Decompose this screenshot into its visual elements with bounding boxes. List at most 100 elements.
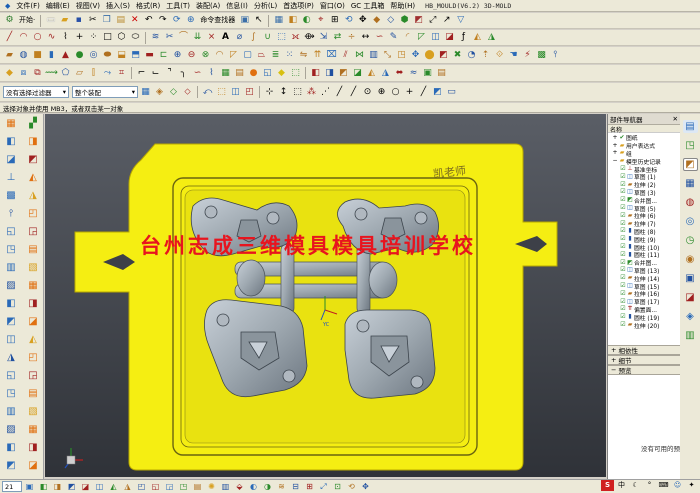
process-studio-icon[interactable]: ▣ <box>683 272 698 285</box>
electrode-design-icon[interactable]: ▥ <box>2 261 20 275</box>
checkbox-icon[interactable]: ☑ <box>620 251 626 258</box>
lifter-icon[interactable]: ◭ <box>365 67 378 80</box>
resize-blend-icon[interactable]: ◔ <box>465 49 478 62</box>
view-front-icon[interactable]: ◧ <box>37 481 50 493</box>
web-browser-icon[interactable]: ◎ <box>683 215 698 228</box>
checkbox-icon[interactable]: ☑ <box>620 322 626 328</box>
mold-csys-icon[interactable]: ⊥ <box>2 171 20 185</box>
tools-icon[interactable]: ✦ <box>685 480 698 491</box>
system-scenes-icon[interactable]: ▥ <box>683 329 698 342</box>
view-iso-icon[interactable]: ◩ <box>65 481 78 493</box>
history-icon[interactable]: ◷ <box>683 234 698 247</box>
menu-format[interactable]: 格式(R) <box>133 1 163 11</box>
swept-icon[interactable]: ⟿ <box>45 67 58 80</box>
checkbox-icon[interactable]: ☑ <box>620 189 626 195</box>
dependencies-section[interactable]: + 相依性 <box>608 345 680 355</box>
fillet-curve-icon[interactable]: ◜ <box>401 31 414 44</box>
slider-icon[interactable]: ◪ <box>351 67 364 80</box>
replace-face-icon[interactable]: ◩ <box>437 49 450 62</box>
checkbox-icon[interactable]: ☑ <box>620 166 626 172</box>
checkbox-icon[interactable]: ☑ <box>620 228 626 234</box>
synchronous-icon[interactable]: ⟐ <box>493 49 506 62</box>
checkbox-icon[interactable]: ☑ <box>620 197 626 203</box>
ejector-icon[interactable]: ⫯ <box>2 207 20 221</box>
mold-tool-icon[interactable]: ◮ <box>485 31 498 44</box>
expand-icon[interactable]: + <box>612 150 618 156</box>
ellipse-icon[interactable]: ⬭ <box>129 31 142 44</box>
checkbox-icon[interactable]: ☑ <box>620 267 626 273</box>
control-point-icon[interactable]: ╱ <box>347 86 360 99</box>
runner-icon[interactable]: ⬌ <box>393 67 406 80</box>
checkbox-icon[interactable]: ☑ <box>620 236 626 242</box>
mirror-curve-icon[interactable]: ⇄ <box>331 31 344 44</box>
through-curves-icon[interactable]: ⧈ <box>17 67 30 80</box>
copy-icon[interactable]: ❐ <box>100 14 113 27</box>
ruled-icon[interactable]: ⧉ <box>31 67 44 80</box>
manufacturing-wizard-icon[interactable]: ◪ <box>683 291 698 304</box>
sketch-spline-icon[interactable]: ∽ <box>191 67 204 80</box>
checkbox-icon[interactable]: ☑ <box>620 290 626 297</box>
trim-sheet-icon[interactable]: ⌗ <box>115 67 128 80</box>
shaded-icon[interactable]: ◆ <box>370 14 383 27</box>
zoom-fit-icon[interactable]: ⤢ <box>317 481 330 493</box>
trim-mold-icon[interactable]: ▧ <box>24 261 42 275</box>
n-sided-icon[interactable]: ⬠ <box>59 67 72 80</box>
show-hide-icon[interactable]: ◐ <box>300 14 313 27</box>
parting-icon[interactable]: ◩ <box>337 67 350 80</box>
boss-icon[interactable]: ⬬ <box>101 49 114 62</box>
cooling-icon[interactable]: ≈ <box>407 67 420 80</box>
user-icon[interactable]: ☺ <box>671 480 684 491</box>
datum-axis-icon[interactable]: ▞ <box>24 117 42 131</box>
checkbox-icon[interactable]: ☑ <box>620 212 626 219</box>
trim-curve-icon[interactable]: ✂ <box>163 31 176 44</box>
keyboard-icon[interactable]: ⌨ <box>657 480 670 491</box>
view-back-icon[interactable]: ◫ <box>93 481 106 493</box>
pan-icon[interactable]: ✥ <box>356 14 369 27</box>
law-curve-icon[interactable]: ∫ <box>247 31 260 44</box>
view-top-icon[interactable]: ▣ <box>23 481 36 493</box>
assembly-scope-dropdown[interactable]: 整个装配 ▾ <box>72 86 138 98</box>
edit-curve-icon[interactable]: ✎ <box>387 31 400 44</box>
shell-icon[interactable]: ▢ <box>241 49 254 62</box>
mold-tools-icon[interactable]: ◫ <box>2 333 20 347</box>
check-region-icon[interactable]: ◮ <box>2 351 20 365</box>
cursor-icon[interactable]: ↖ <box>252 14 265 27</box>
clip-icon[interactable]: ◩ <box>412 14 425 27</box>
hole-icon[interactable]: ◎ <box>87 49 100 62</box>
revolve-icon[interactable]: ◍ <box>17 49 30 62</box>
end-point-line-icon[interactable]: ╱ <box>333 86 346 99</box>
pocket-mold-icon[interactable]: ▤ <box>435 67 448 80</box>
view-bottom-icon[interactable]: ◮ <box>121 481 134 493</box>
checkbox-icon[interactable]: ☑ <box>620 220 626 227</box>
select-edges-icon[interactable]: ⬦ <box>181 86 194 99</box>
punctuation-icon[interactable]: ° <box>643 480 656 491</box>
core-icon[interactable]: ◨ <box>323 67 336 80</box>
parting-tools-icon[interactable]: ◭ <box>24 333 42 347</box>
extract-body-icon[interactable]: ◳ <box>395 49 408 62</box>
move-object-icon[interactable]: ✥ <box>409 49 422 62</box>
menu-preferences[interactable]: 首选项(P) <box>280 1 317 11</box>
checkbox-icon[interactable]: ☑ <box>620 314 626 320</box>
reuse-library-icon[interactable]: ▦ <box>683 177 698 190</box>
unfold-icon[interactable]: ⬚ <box>289 67 302 80</box>
orange-ball-icon[interactable]: ● <box>247 67 260 80</box>
hand-tool-icon[interactable]: ☚ <box>507 49 520 62</box>
feature-icon[interactable]: ◪ <box>443 31 456 44</box>
studio-spline-icon[interactable]: ⌇ <box>205 67 218 80</box>
thicken-icon[interactable]: ▥ <box>367 49 380 62</box>
trim-region-icon[interactable]: ◳ <box>2 387 20 401</box>
point-icon[interactable]: + <box>73 31 86 44</box>
mesh-icon[interactable]: ▤ <box>233 67 246 80</box>
sketch-icon[interactable]: ◫ <box>429 31 442 44</box>
reflection-icon[interactable]: ◑ <box>261 481 274 493</box>
replace-solid-icon[interactable]: ▤ <box>24 387 42 401</box>
point-snap-icon[interactable]: ⊹ <box>263 86 276 99</box>
assembly-navigator-icon[interactable]: ▤ <box>682 120 698 133</box>
offset-curve-icon[interactable]: ≋ <box>149 31 162 44</box>
extension-icon[interactable]: ⤳ <box>101 67 114 80</box>
split-body-icon[interactable]: ⫽ <box>339 49 352 62</box>
project-curve-icon[interactable]: ⇊ <box>191 31 204 44</box>
menu-insert[interactable]: 插入(S) <box>103 1 133 11</box>
graphics-viewport[interactable]: 台州志成三维模具模具培训学校 凯老师 YC <box>45 114 606 477</box>
cut-icon[interactable]: ✂ <box>86 14 99 27</box>
